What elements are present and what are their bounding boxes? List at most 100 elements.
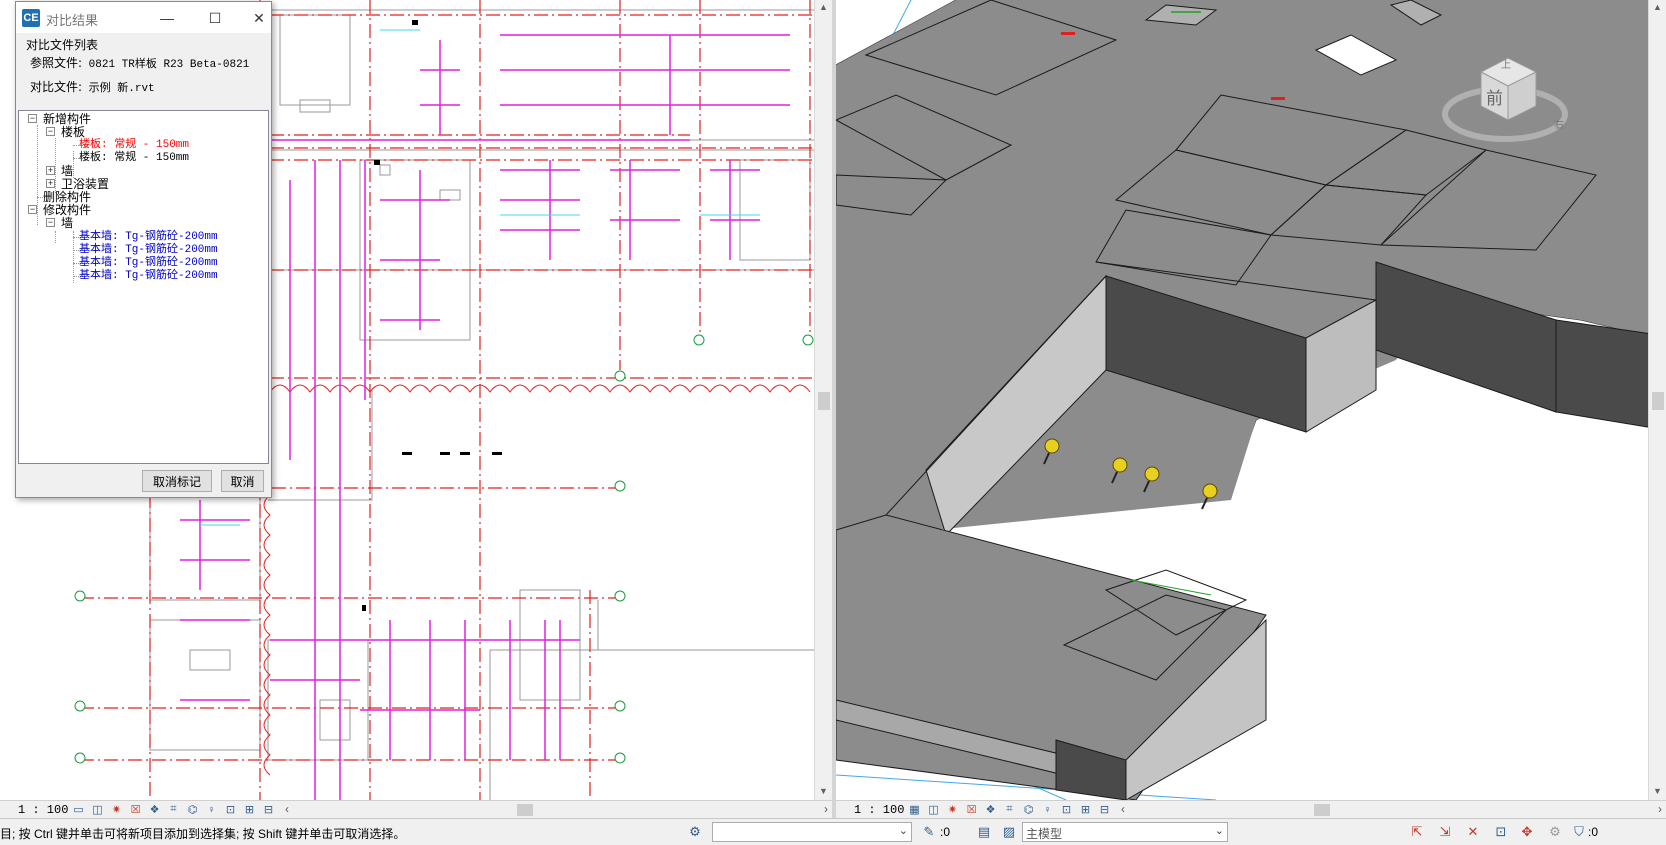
render-icon[interactable]: ❖ — [146, 803, 163, 817]
crop-region-icon[interactable]: ⌬ — [1020, 803, 1037, 817]
unmark-button[interactable]: 取消标记 — [142, 470, 212, 492]
model-3d-view-canvas[interactable]: 前 上 右 ▲ ▼ — [836, 0, 1666, 818]
sun-path-icon[interactable]: ✷ — [108, 803, 125, 817]
select-by-face-icon[interactable]: ⊡ — [1492, 823, 1510, 841]
crop-region-icon[interactable]: ⌬ — [184, 803, 201, 817]
plan-horizontal-scrollbar[interactable]: ‹ › — [283, 801, 832, 819]
drag-on-selection-icon[interactable]: ✥ — [1518, 823, 1536, 841]
maximize-button[interactable]: ☐ — [198, 6, 232, 30]
visual-style-icon[interactable]: ◫ — [89, 803, 106, 817]
selection-count: :0 — [1588, 825, 1599, 839]
sun-path-icon[interactable]: ✷ — [944, 803, 961, 817]
tree-node-added-wall[interactable]: 墙 — [61, 164, 73, 178]
model-3d-drawing: 前 上 右 — [836, 0, 1666, 801]
select-pinned-icon[interactable]: ✕ — [1464, 823, 1482, 841]
scroll-left-arrow-icon[interactable]: ‹ — [1121, 802, 1125, 816]
expand-toggle-icon[interactable]: + — [46, 179, 55, 188]
scroll-down-arrow-icon[interactable]: ▼ — [819, 786, 828, 796]
collapse-toggle-icon[interactable]: − — [46, 218, 55, 227]
collapse-toggle-icon[interactable]: − — [28, 205, 37, 214]
close-button[interactable]: ✕ — [246, 6, 272, 30]
filter-icon[interactable]: ⛉ — [1570, 823, 1588, 841]
workset-icon[interactable]: ⚙ — [686, 823, 704, 841]
plan-view-control-bar: 1 : 100 ▭ ◫ ✷ ☒ ❖ ⌗ ⌬ ♀ ⊡ ⊞ ⊟ ‹ › — [0, 800, 832, 818]
tree-node-added-floor[interactable]: 楼板 — [61, 125, 85, 139]
app-logo-icon: CE — [22, 9, 40, 27]
compare-file-label: 对比文件: — [30, 80, 83, 94]
cancel-button[interactable]: 取消 — [221, 470, 264, 492]
compare-tree[interactable]: − 新增构件 − 楼板 楼板: 常规 - 150mm 楼板: 常规 - 150m… — [18, 110, 269, 464]
file-list-group-label: 对比文件列表 — [26, 38, 99, 52]
design-options-icon[interactable]: ▤ — [975, 823, 993, 841]
visual-style-icon[interactable]: ◫ — [925, 803, 942, 817]
chevron-down-icon: ⌄ — [898, 825, 908, 837]
plan-scale-label[interactable]: 1 : 100 — [0, 803, 70, 817]
tree-item-modified-wall[interactable]: 基本墙: Tg-钢筋砼-200mm — [79, 230, 218, 244]
viewcube-right-label: 右 — [1554, 118, 1564, 131]
worksharing-icon[interactable]: ⊞ — [1077, 803, 1094, 817]
shadows-icon[interactable]: ☒ — [963, 803, 980, 817]
scroll-thumb[interactable] — [818, 392, 830, 410]
compare-file-row: 对比文件: 示例 新.rvt — [30, 78, 155, 95]
tree-node-modified-wall[interactable]: 墙 — [61, 216, 73, 230]
detail-level-icon[interactable]: ▭ — [70, 803, 87, 817]
collapse-toggle-icon[interactable]: − — [46, 127, 55, 136]
workset-selector[interactable]: ⌄ — [712, 822, 912, 842]
model-view-control-bar: 1 : 100 ▦ ◫ ✷ ☒ ❖ ⌗ ⌬ ♀ ⊡ ⊞ ⊟ ‹ › — [836, 800, 1666, 818]
scroll-thumb[interactable] — [1652, 392, 1664, 410]
status-hint-text: 目; 按 Ctrl 键并单击可将新项目添加到选择集; 按 Shift 键并单击可… — [0, 827, 406, 841]
background-process-icon[interactable]: ⚙ — [1546, 823, 1564, 841]
tree-item-modified-wall[interactable]: 基本墙: Tg-钢筋砼-200mm — [79, 243, 218, 257]
model-scale-label[interactable]: 1 : 100 — [836, 803, 906, 817]
tree-node-added[interactable]: 新增构件 — [43, 112, 91, 126]
scroll-up-arrow-icon[interactable]: ▲ — [1653, 2, 1662, 12]
dialog-title: 对比结果 — [46, 13, 99, 28]
scroll-left-arrow-icon[interactable]: ‹ — [285, 802, 289, 816]
model-horizontal-scrollbar[interactable]: ‹ › — [1119, 801, 1666, 819]
expand-toggle-icon[interactable]: + — [46, 166, 55, 175]
worksharing-icon[interactable]: ⊞ — [241, 803, 258, 817]
select-links-icon[interactable]: ⇱ — [1408, 823, 1426, 841]
model-vertical-scrollbar[interactable]: ▲ ▼ — [1648, 0, 1666, 800]
tree-connector — [55, 231, 56, 243]
temp-hide-icon[interactable]: ♀ — [1039, 803, 1056, 817]
crop-view-icon[interactable]: ⌗ — [165, 803, 182, 817]
scroll-down-arrow-icon[interactable]: ▼ — [1653, 786, 1662, 796]
scroll-thumb[interactable] — [517, 803, 533, 816]
scroll-right-arrow-icon[interactable]: › — [1658, 802, 1662, 816]
design-option-selector[interactable]: 主模型 ⌄ — [1022, 822, 1228, 842]
scroll-right-arrow-icon[interactable]: › — [824, 802, 828, 816]
analytical-model-icon[interactable]: ⊟ — [260, 803, 277, 817]
temp-hide-icon[interactable]: ♀ — [203, 803, 220, 817]
tree-node-deleted[interactable]: 删除构件 — [43, 190, 91, 204]
render-icon[interactable]: ❖ — [982, 803, 999, 817]
exclude-options-icon[interactable]: ▨ — [1000, 823, 1018, 841]
shadows-icon[interactable]: ☒ — [127, 803, 144, 817]
design-option-value: 主模型 — [1026, 827, 1063, 841]
reveal-hidden-icon[interactable]: ⊡ — [222, 803, 239, 817]
filter-count: :0 — [940, 825, 951, 839]
select-underlay-icon[interactable]: ⇲ — [1436, 823, 1454, 841]
tree-item-added-floor-1[interactable]: 楼板: 常规 - 150mm — [79, 138, 189, 152]
plan-vertical-scrollbar[interactable]: ▲ ▼ — [814, 0, 832, 800]
tree-item-modified-wall[interactable]: 基本墙: Tg-钢筋砼-200mm — [79, 269, 218, 283]
tree-connector — [37, 125, 38, 225]
crop-view-icon[interactable]: ⌗ — [1001, 803, 1018, 817]
editable-only-icon[interactable]: ✎ — [920, 823, 938, 841]
dialog-titlebar[interactable]: CE 对比结果 — ☐ ✕ — [16, 2, 271, 33]
reference-file-value: 0821 TR样板 R23 Beta-0821 — [88, 59, 250, 71]
tree-item-added-floor-2[interactable]: 楼板: 常规 - 150mm — [79, 151, 189, 165]
tree-item-modified-wall[interactable]: 基本墙: Tg-钢筋砼-200mm — [79, 256, 218, 270]
viewcube-face-label[interactable]: 前 — [1486, 89, 1503, 109]
lock-3d-icon[interactable]: ⊟ — [1096, 803, 1113, 817]
tree-node-added-plumbing[interactable]: 卫浴装置 — [61, 177, 109, 191]
chevron-down-icon: ⌄ — [1214, 825, 1224, 837]
scroll-thumb[interactable] — [1314, 803, 1330, 816]
tree-node-modified[interactable]: 修改构件 — [43, 203, 91, 217]
scroll-up-arrow-icon[interactable]: ▲ — [819, 2, 828, 12]
revit-workspace: ▲ ▼ 前 上 右 ▲ ▼ 1: 100 ▭ ◫ ✷ ☒ ❖ ⌗ ⌬ ♀ ⊡ … — [0, 0, 1666, 845]
minimize-button[interactable]: — — [150, 6, 184, 30]
collapse-toggle-icon[interactable]: − — [28, 114, 37, 123]
reveal-hidden-icon[interactable]: ⊡ — [1058, 803, 1075, 817]
detail-level-icon[interactable]: ▦ — [906, 803, 923, 817]
